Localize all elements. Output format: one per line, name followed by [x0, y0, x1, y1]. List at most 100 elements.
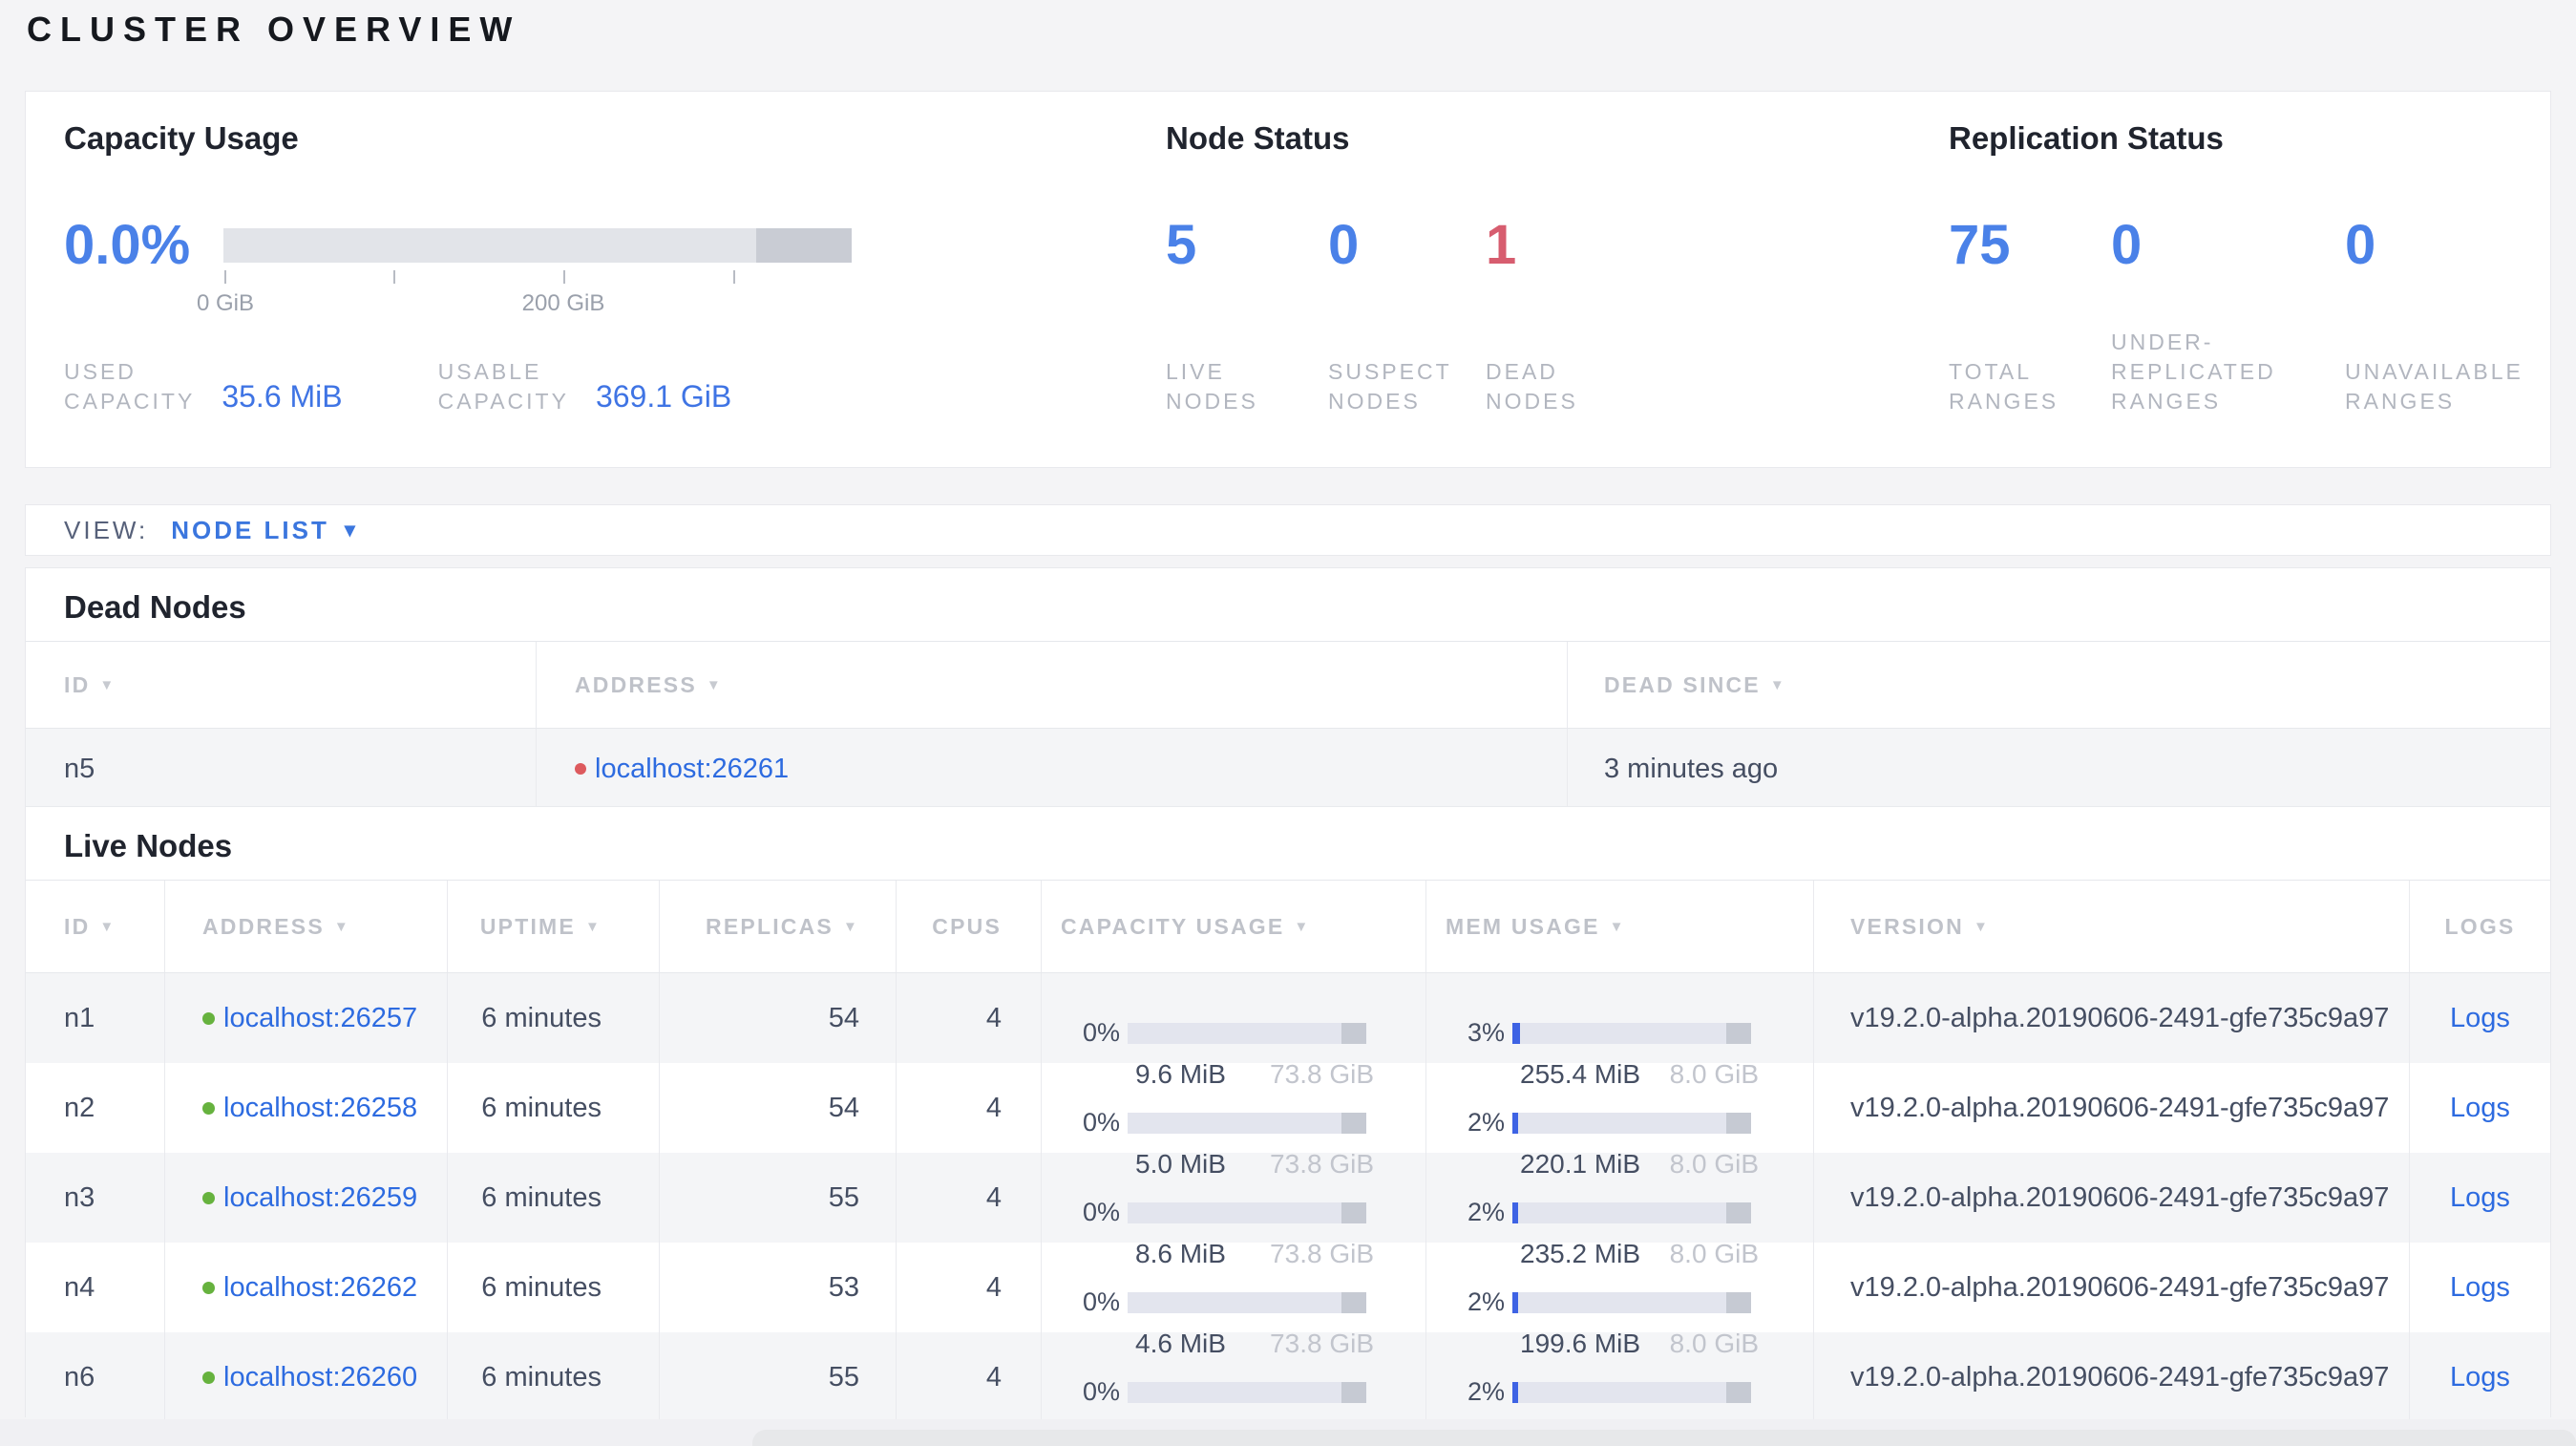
dead-node-row: n5 localhost:26261 3 minutes ago [26, 729, 2550, 807]
node-logs: Logs [2409, 1243, 2550, 1332]
col-mem-usage[interactable]: MEM USAGE ▼ [1425, 881, 1813, 972]
live-nodes-count: 5 [1166, 214, 1197, 276]
sort-desc-icon: ▼ [842, 918, 859, 935]
node-replicas: 55 [659, 1332, 896, 1422]
dead-node-address-link[interactable]: localhost:26261 [595, 754, 789, 785]
node-logs: Logs [2409, 1153, 2550, 1243]
live-node-row: n2 localhost:26258 6 minutes 54 4 0% 5.0… [26, 1063, 2550, 1179]
dead-col-address[interactable]: ADDRESS ▼ [536, 642, 1567, 728]
node-replicas: 54 [659, 1063, 896, 1153]
logs-link[interactable]: Logs [2450, 1093, 2510, 1124]
col-version[interactable]: VERSION ▼ [1813, 881, 2409, 972]
col-address[interactable]: ADDRESS ▼ [164, 881, 447, 972]
sort-desc-icon: ▼ [1609, 918, 1626, 935]
bottom-shadow-band [752, 1430, 2576, 1446]
node-address-link[interactable]: localhost:26260 [223, 1362, 417, 1393]
logs-link[interactable]: Logs [2450, 1362, 2510, 1393]
unavailable-ranges-count: 0 [2345, 214, 2376, 276]
axis-tick [393, 270, 395, 284]
col-cpus[interactable]: CPUS [896, 881, 1041, 972]
capacity-usage-heading: Capacity Usage [64, 120, 299, 156]
suspect-nodes-count: 0 [1328, 214, 1360, 276]
live-node-row: n3 localhost:26259 6 minutes 55 4 0% 8.6… [26, 1153, 2550, 1268]
node-uptime: 6 minutes [447, 1153, 659, 1243]
node-cpus: 4 [896, 973, 1041, 1063]
dead-node-address: localhost:26261 [536, 729, 1567, 806]
live-nodes-table-header: ID ▼ ADDRESS ▼ UPTIME ▼ REPLICAS ▼ CPUS … [26, 880, 2550, 973]
node-logs: Logs [2409, 973, 2550, 1063]
node-logs: Logs [2409, 1332, 2550, 1422]
usable-capacity-label: USABLE CAPACITY [437, 359, 569, 414]
dead-nodes-label: DEAD NODES [1486, 359, 1578, 414]
axis-tick-label: 200 GiB [521, 290, 605, 316]
node-cpus: 4 [896, 1153, 1041, 1243]
node-status-section: Node Status 5 0 1 LIVE NODES SUSPECT NOD… [1166, 120, 1891, 414]
node-mem-usage: 2% 220.1 MiB 8.0 GiB [1425, 1063, 1813, 1179]
capacity-usage-section: Capacity Usage 0.0% 0 GiB 200 GiB USED C… [64, 120, 1114, 414]
total-ranges-label: TOTAL RANGES [1949, 359, 2059, 414]
node-mem-usage: 2% 225.5 MiB8.0 GiB [1425, 1332, 1813, 1446]
node-version: v19.2.0-alpha.20190606-2491-gfe735c9a97 [1813, 1153, 2409, 1243]
view-dropdown-value[interactable]: NODE LIST [171, 516, 329, 545]
mem-cell-bar [1512, 1381, 1751, 1403]
node-address-link[interactable]: localhost:26258 [223, 1093, 417, 1124]
replication-numbers: 75 0 0 [1949, 216, 2565, 275]
node-capacity-usage: 0% 5.0 MiB 73.8 GiB [1041, 1063, 1425, 1179]
dead-col-dead-since[interactable]: DEAD SINCE ▼ [1567, 642, 2550, 728]
node-address: localhost:26257 [164, 973, 447, 1063]
col-capacity-usage[interactable]: CAPACITY USAGE ▼ [1041, 881, 1425, 972]
summary-card: Capacity Usage 0.0% 0 GiB 200 GiB USED C… [25, 91, 2551, 468]
node-capacity-usage: 0% 4.6 MiB 73.8 GiB [1041, 1243, 1425, 1358]
node-address: localhost:26258 [164, 1063, 447, 1153]
capacity-cell-bar [1128, 1291, 1366, 1313]
col-replicas[interactable]: REPLICAS ▼ [659, 881, 896, 972]
mem-cell-bar [1512, 1112, 1751, 1134]
replication-labels: TOTAL RANGES UNDER- REPLICATED RANGES UN… [1949, 326, 2565, 416]
node-uptime: 6 minutes [447, 973, 659, 1063]
capacity-stats: USED CAPACITY 35.6 MiB USABLE CAPACITY 3… [64, 326, 731, 416]
usable-capacity-value: 369.1 GiB [595, 379, 732, 414]
page-title: CLUSTER OVERVIEW [27, 10, 521, 49]
replication-status-section: Replication Status 75 0 0 TOTAL RANGES U… [1949, 120, 2541, 414]
node-uptime: 6 minutes [447, 1332, 659, 1422]
col-id[interactable]: ID ▼ [26, 881, 164, 972]
node-address-link[interactable]: localhost:26262 [223, 1272, 417, 1304]
node-address-link[interactable]: localhost:26257 [223, 1003, 417, 1034]
node-uptime: 6 minutes [447, 1063, 659, 1153]
capacity-gauge: 0.0% 0 GiB 200 GiB [64, 216, 852, 340]
axis-tick [563, 270, 565, 284]
logs-link[interactable]: Logs [2450, 1003, 2510, 1034]
live-node-dot-icon [202, 1191, 215, 1204]
live-nodes-heading: Live Nodes [64, 828, 233, 863]
col-uptime[interactable]: UPTIME ▼ [447, 881, 659, 972]
live-node-row: n1 localhost:26257 6 minutes 54 4 0% 9.6… [26, 973, 2550, 1089]
node-uptime: 6 minutes [447, 1243, 659, 1332]
node-version: v19.2.0-alpha.20190606-2491-gfe735c9a97 [1813, 1332, 2409, 1422]
col-logs: LOGS [2409, 881, 2550, 972]
sort-desc-icon: ▼ [333, 918, 350, 935]
node-capacity-usage: 0% 8.6 MiB 73.8 GiB [1041, 1153, 1425, 1268]
node-mem-usage: 2% 235.2 MiB 8.0 GiB [1425, 1153, 1813, 1268]
logs-link[interactable]: Logs [2450, 1272, 2510, 1304]
sort-desc-icon: ▼ [1973, 918, 1990, 935]
node-id: n6 [64, 1361, 95, 1393]
node-address: localhost:26259 [164, 1153, 447, 1243]
node-logs: Logs [2409, 1063, 2550, 1153]
node-mem-usage: 3% 255.4 MiB 8.0 GiB [1425, 973, 1813, 1089]
caret-down-icon: ▾ [344, 518, 358, 542]
live-node-dot-icon [202, 1281, 215, 1294]
axis-tick [733, 270, 735, 284]
replication-status-heading: Replication Status [1949, 120, 2224, 156]
sort-desc-icon: ▼ [1294, 918, 1311, 935]
view-label: VIEW: [64, 515, 149, 544]
node-address: localhost:26260 [164, 1332, 447, 1422]
sort-desc-icon: ▼ [99, 918, 116, 935]
dead-col-id[interactable]: ID ▼ [26, 642, 536, 728]
view-dropdown[interactable]: NODE LIST ▾ [171, 516, 358, 545]
capacity-cell-bar [1128, 1022, 1366, 1044]
node-address-link[interactable]: localhost:26259 [223, 1182, 417, 1214]
sort-desc-icon: ▼ [1769, 676, 1786, 693]
logs-link[interactable]: Logs [2450, 1182, 2510, 1214]
capacity-bar-track [223, 228, 852, 263]
total-ranges-count: 75 [1949, 214, 2011, 276]
